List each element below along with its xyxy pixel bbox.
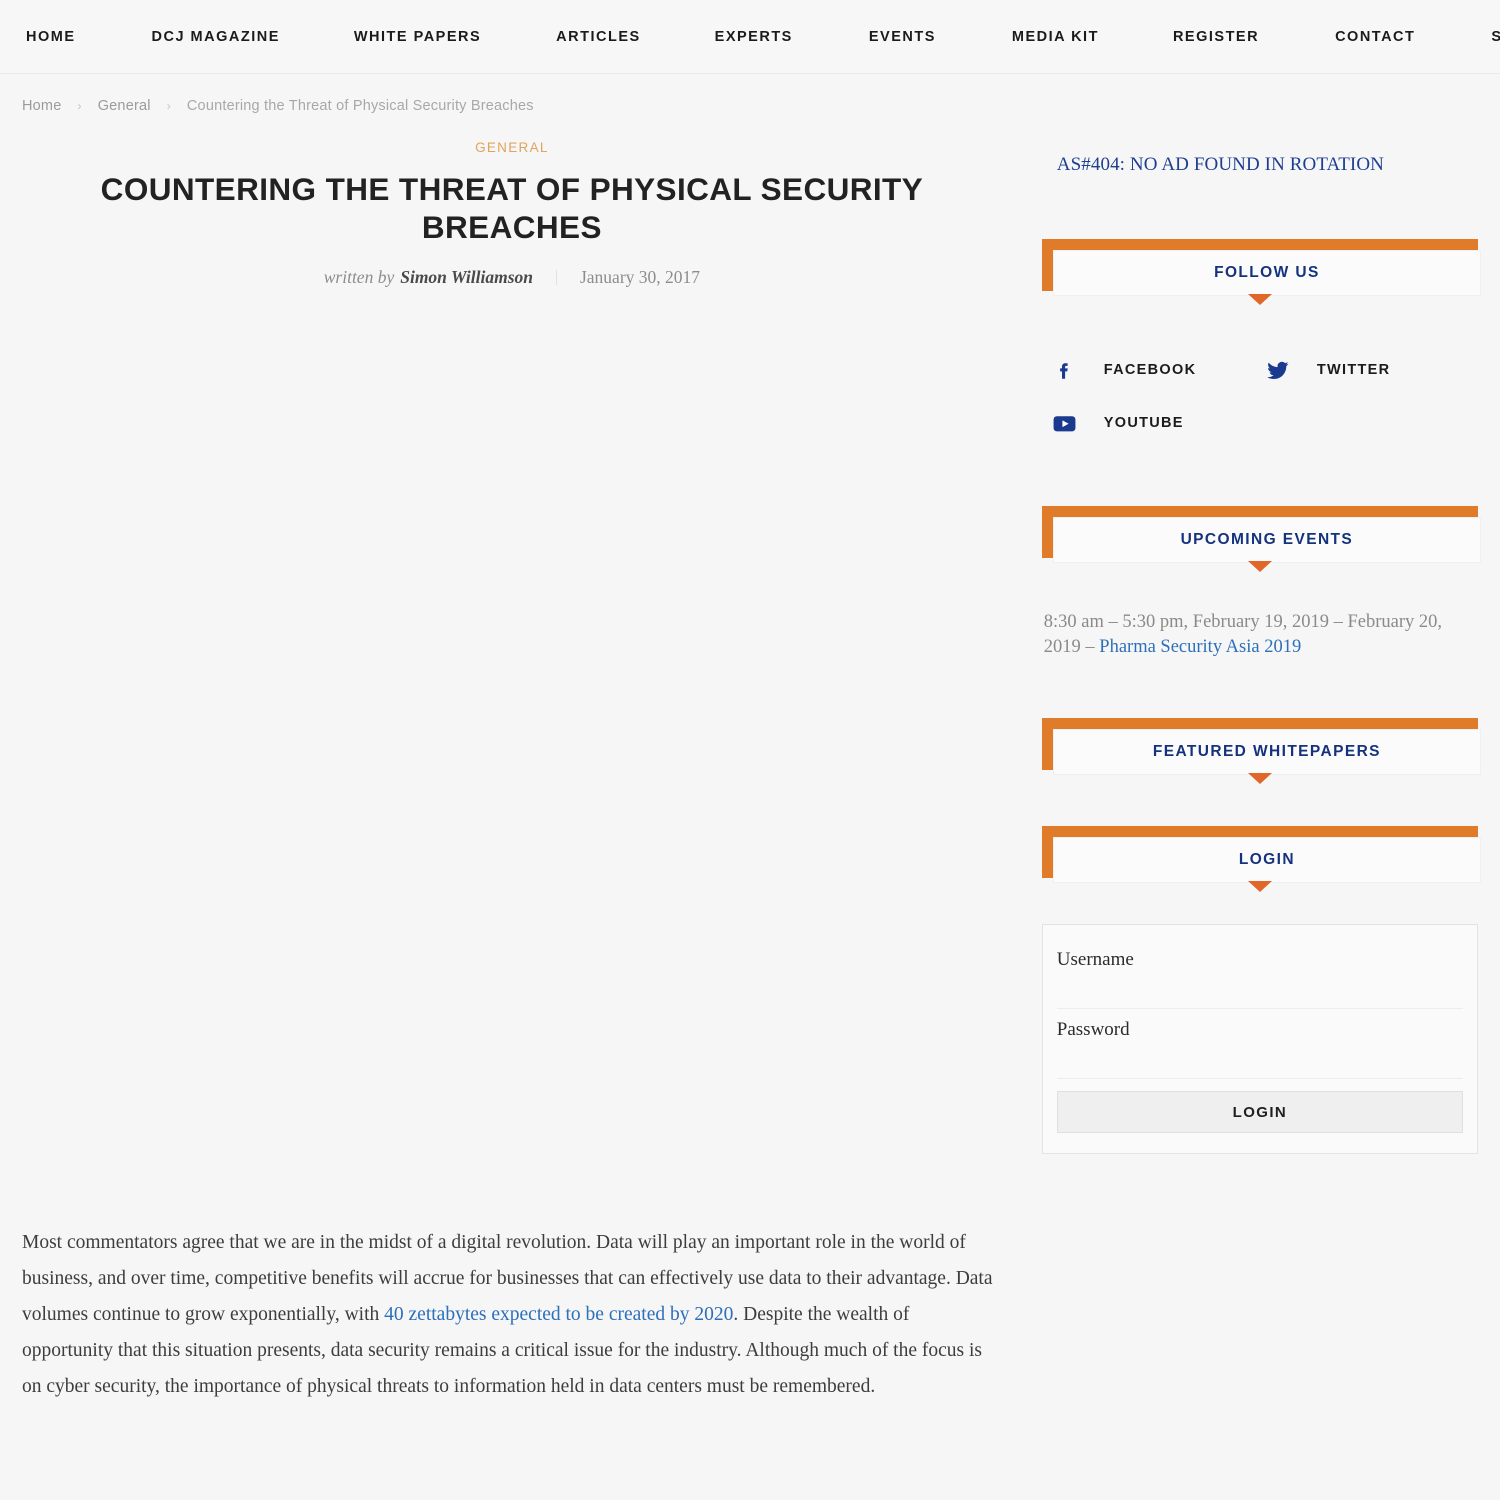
event-link[interactable]: Pharma Security Asia 2019 (1099, 637, 1301, 657)
widget-arrow-down-icon (1247, 294, 1272, 305)
page-root: HOME DCJ MAGAZINE WHITE PAPERS ARTICLES … (0, 0, 1500, 1500)
nav-item-white-papers[interactable]: WHITE PAPERS (354, 23, 481, 51)
nav-item-register[interactable]: REGISTER (1173, 23, 1259, 51)
widget-login-header: LOGIN (1041, 826, 1481, 892)
breadcrumb-home[interactable]: Home (22, 98, 61, 114)
widget-login-title: LOGIN (1238, 851, 1295, 868)
nav-list: HOME DCJ MAGAZINE WHITE PAPERS ARTICLES … (26, 23, 1500, 51)
widget-upcoming-events-header-inner: UPCOMING EVENTS (1052, 517, 1481, 563)
main-navigation: HOME DCJ MAGAZINE WHITE PAPERS ARTICLES … (0, 0, 1500, 74)
page-title: COUNTERING THE THREAT OF PHYSICAL SECURI… (100, 171, 924, 245)
content-wrapper: GENERAL COUNTERING THE THREAT OF PHYSICA… (0, 140, 1500, 1397)
article-body: Most commentators agree that we are in t… (22, 1225, 994, 1405)
password-label: Password (1056, 1019, 1130, 1040)
widget-featured-whitepapers-header-inner: FEATURED WHITEPAPERS (1052, 729, 1481, 775)
widget-arrow-down-icon (1247, 561, 1272, 572)
facebook-icon (1052, 357, 1078, 383)
nav-item-events[interactable]: EVENTS (869, 23, 936, 51)
social-label-twitter: TWITTER (1316, 362, 1391, 378)
widget-follow-us-title: FOLLOW US (1214, 264, 1320, 281)
widget-upcoming-events-title: UPCOMING EVENTS (1180, 531, 1354, 548)
login-form: Username Password LOGIN (1041, 924, 1478, 1154)
breadcrumb: Home › General › Countering the Threat o… (0, 74, 1500, 114)
twitter-icon (1265, 357, 1291, 383)
social-label-facebook: FACEBOOK (1103, 362, 1197, 378)
sidebar: AS#404: NO AD FOUND IN ROTATION FOLLOW U… (1041, 140, 1481, 1154)
widget-arrow-down-icon (1247, 881, 1272, 892)
breadcrumb-separator-icon: › (77, 99, 82, 113)
widget-follow-us-header-inner: FOLLOW US (1052, 250, 1481, 296)
byline-divider (555, 269, 557, 285)
nav-item-media-kit[interactable]: MEDIA KIT (1012, 23, 1099, 51)
username-field-group: Username (1056, 949, 1463, 1009)
social-label-youtube: YOUTUBE (1103, 415, 1184, 431)
widget-featured-whitepapers-title: FEATURED WHITEPAPERS (1152, 743, 1381, 760)
byline-author[interactable]: Simon Williamson (400, 267, 533, 288)
widget-login-header-inner: LOGIN (1052, 837, 1481, 883)
widget-upcoming-events-header: UPCOMING EVENTS (1041, 506, 1481, 572)
widget-upcoming-events: UPCOMING EVENTS 8:30 am – 5:30 pm, Febru… (1041, 506, 1481, 660)
social-links-list: FACEBOOK TWITTER YOUTUBE (1042, 357, 1478, 463)
nav-item-articles[interactable]: ARTICLES (556, 23, 641, 51)
social-link-facebook[interactable]: FACEBOOK (1052, 357, 1265, 383)
social-link-youtube[interactable]: YOUTUBE (1052, 410, 1265, 436)
upcoming-events-list: 8:30 am – 5:30 pm, February 19, 2019 – F… (1042, 610, 1478, 660)
widget-arrow-down-icon (1247, 773, 1272, 784)
ad-rotation-notice: AS#404: NO AD FOUND IN ROTATION (1056, 154, 1385, 175)
social-link-twitter[interactable]: TWITTER (1265, 357, 1478, 383)
article-body-link[interactable]: 40 zettabytes expected to be created by … (384, 1304, 733, 1325)
widget-featured-whitepapers: FEATURED WHITEPAPERS (1041, 718, 1481, 840)
username-input[interactable] (1056, 977, 1463, 1009)
nav-item-subscribe[interactable]: SUBSCRIBE (1491, 23, 1500, 51)
password-field-group: Password (1056, 1019, 1463, 1079)
username-label: Username (1056, 949, 1134, 970)
breadcrumb-separator-icon: › (166, 99, 171, 113)
widget-follow-us: FOLLOW US FACEBOOK TWITTER YOUTUBE (1041, 239, 1481, 463)
breadcrumb-current: Countering the Threat of Physical Securi… (186, 98, 534, 114)
article-category-label[interactable]: GENERAL (22, 140, 1002, 155)
nav-item-experts[interactable]: EXPERTS (715, 23, 793, 51)
byline-written-by-label: written by (323, 266, 395, 287)
breadcrumb-category[interactable]: General (98, 98, 151, 114)
login-submit-button[interactable]: LOGIN (1056, 1091, 1463, 1133)
password-input[interactable] (1056, 1047, 1463, 1079)
youtube-icon (1052, 410, 1078, 436)
nav-item-dcj-magazine[interactable]: DCJ MAGAZINE (152, 23, 280, 51)
article-byline: written by Simon Williamson January 30, … (22, 267, 1002, 288)
nav-item-contact[interactable]: CONTACT (1335, 23, 1415, 51)
widget-follow-us-header: FOLLOW US (1041, 239, 1481, 305)
widget-featured-whitepapers-header: FEATURED WHITEPAPERS (1041, 718, 1481, 784)
byline-date: January 30, 2017 (579, 266, 701, 287)
article-main-column: GENERAL COUNTERING THE THREAT OF PHYSICA… (22, 140, 1002, 1397)
nav-item-home[interactable]: HOME (26, 23, 76, 51)
widget-login: LOGIN Username Password LOGIN (1041, 826, 1481, 1154)
